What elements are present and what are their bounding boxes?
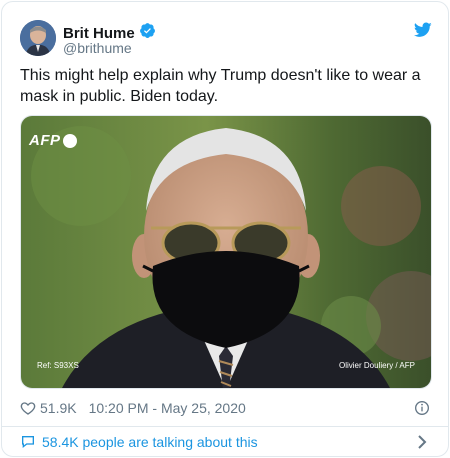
author-name[interactable]: Brit Hume	[63, 25, 135, 42]
talking-text[interactable]: 58.4K people are talking about this	[42, 434, 258, 450]
twitter-bird-icon[interactable]	[414, 22, 432, 38]
avatar[interactable]	[20, 20, 56, 56]
tweet-card: Brit Hume @brithume This might help expl…	[1, 1, 449, 457]
photo-ref: Ref: S93XS	[37, 361, 79, 370]
photo-credit: Olivier Douliery / AFP	[338, 361, 415, 370]
afp-watermark: AFP	[29, 132, 77, 149]
tweet-meta: 51.9K 10:20 PM - May 25, 2020	[20, 400, 246, 416]
divider	[2, 426, 448, 427]
like-count[interactable]: 51.9K	[40, 400, 77, 416]
tweet-timestamp[interactable]: 10:20 PM - May 25, 2020	[89, 400, 246, 416]
tweet-photo[interactable]: AFP Ref: S93XS Olivier Douliery / AFP	[20, 115, 432, 389]
afp-logo-icon	[62, 133, 77, 148]
info-icon[interactable]	[414, 400, 430, 416]
chevron-right-icon[interactable]	[416, 435, 428, 449]
verified-badge-icon	[139, 22, 156, 44]
tweet-text: This might help explain why Trump doesn'…	[20, 67, 421, 105]
author-handle[interactable]: @brithume	[63, 40, 132, 56]
speech-bubble-icon	[22, 436, 34, 449]
heart-icon[interactable]	[20, 400, 36, 416]
photo-image	[21, 116, 431, 388]
talking-link[interactable]: 58.4K people are talking about this	[20, 434, 258, 450]
